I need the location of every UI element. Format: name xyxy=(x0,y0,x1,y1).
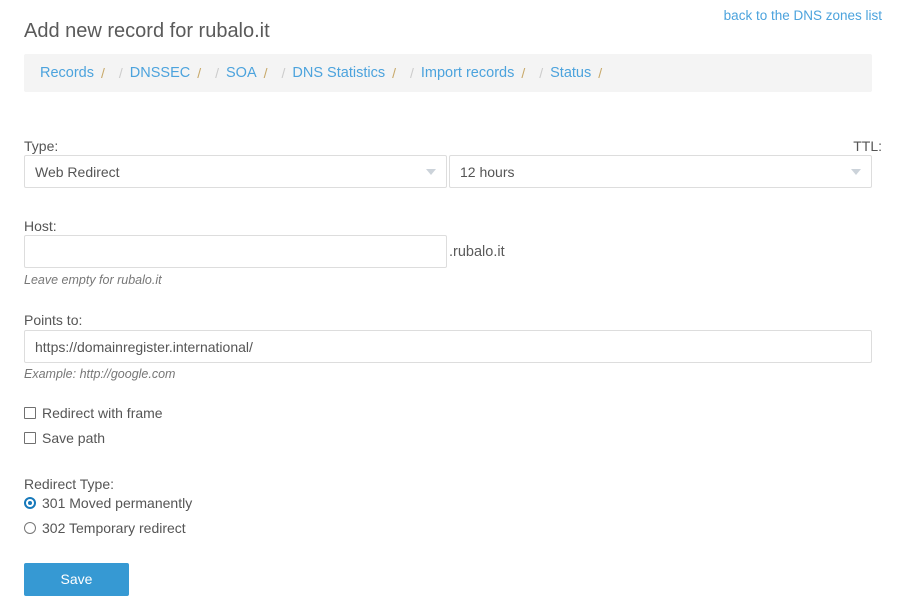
breadcrumb-separator: / xyxy=(118,65,123,81)
breadcrumb-separator: / xyxy=(521,65,526,81)
breadcrumb-separator: / xyxy=(263,65,268,81)
breadcrumb-separator: / xyxy=(598,65,603,81)
breadcrumb-separator: / xyxy=(197,65,202,81)
type-label: Type: xyxy=(24,138,59,154)
radio-icon[interactable] xyxy=(24,522,36,534)
chevron-down-icon xyxy=(426,168,436,175)
redirect-type-label: Redirect Type: xyxy=(24,476,115,492)
page-title: Add new record for rubalo.it xyxy=(24,20,270,42)
ttl-select-value: 12 hours xyxy=(460,163,515,180)
redirect-type-301-label: 301 Moved permanently xyxy=(42,495,193,511)
type-select-value: Web Redirect xyxy=(35,163,120,180)
checkbox-icon[interactable] xyxy=(24,407,36,419)
breadcrumb-item-soa[interactable]: SOA xyxy=(226,65,257,81)
chevron-down-icon xyxy=(851,168,861,175)
breadcrumb-separator: / xyxy=(409,65,414,81)
breadcrumb: Records / / DNSSEC / / SOA / / DNS Stati… xyxy=(24,54,872,92)
type-select[interactable]: Web Redirect xyxy=(24,155,447,188)
save-path-checkbox-row[interactable]: Save path xyxy=(24,429,105,447)
breadcrumb-separator: / xyxy=(539,65,544,81)
ttl-select[interactable]: 12 hours xyxy=(449,155,872,188)
breadcrumb-item-import-records[interactable]: Import records xyxy=(421,65,514,81)
breadcrumb-item-records[interactable]: Records xyxy=(40,65,94,81)
save-button[interactable]: Save xyxy=(24,563,129,596)
page-root: back to the DNS zones list Add new recor… xyxy=(0,0,911,609)
redirect-type-301-row[interactable]: 301 Moved permanently xyxy=(24,494,192,512)
points-to-label: Points to: xyxy=(24,312,83,328)
host-hint: Leave empty for rubalo.it xyxy=(24,273,162,287)
breadcrumb-item-dnssec[interactable]: DNSSEC xyxy=(130,65,190,81)
host-label: Host: xyxy=(24,218,57,234)
checkbox-icon[interactable] xyxy=(24,432,36,444)
breadcrumb-separator: / xyxy=(101,65,105,81)
breadcrumb-separator: / xyxy=(215,65,219,81)
radio-icon[interactable] xyxy=(24,497,36,509)
breadcrumb-item-dns-statistics[interactable]: DNS Statistics xyxy=(292,65,385,81)
ttl-label: TTL: xyxy=(853,138,882,154)
breadcrumb-separator: / xyxy=(392,65,396,81)
breadcrumb-item-status[interactable]: Status xyxy=(550,65,591,81)
back-to-dns-zones-link[interactable]: back to the DNS zones list xyxy=(724,7,882,25)
points-to-input[interactable] xyxy=(24,330,872,363)
host-input[interactable] xyxy=(24,235,447,268)
redirect-type-302-row[interactable]: 302 Temporary redirect xyxy=(24,519,186,537)
points-to-hint: Example: http://google.com xyxy=(24,367,176,381)
redirect-type-302-label: 302 Temporary redirect xyxy=(42,520,186,536)
host-domain-suffix: .rubalo.it xyxy=(449,244,505,260)
breadcrumb-separator: / xyxy=(281,65,286,81)
redirect-with-frame-label: Redirect with frame xyxy=(42,405,163,421)
save-path-label: Save path xyxy=(42,430,106,446)
redirect-with-frame-checkbox-row[interactable]: Redirect with frame xyxy=(24,404,163,422)
